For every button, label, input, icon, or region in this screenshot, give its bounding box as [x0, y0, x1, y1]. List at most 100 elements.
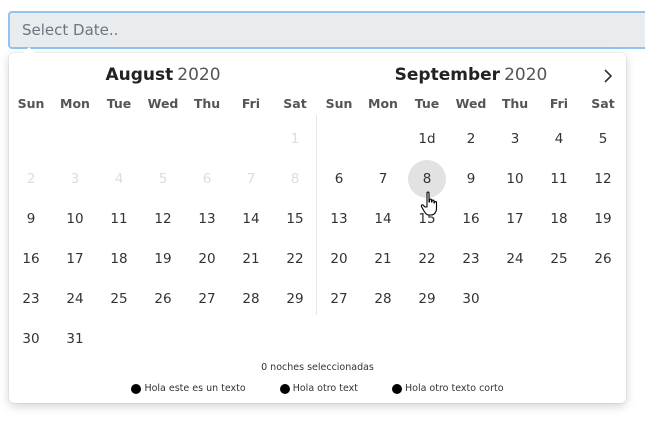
day-cell[interactable]: 16 [449, 199, 493, 239]
day-cell: 1 [273, 119, 317, 159]
weekday-row: Sun Mon Tue Wed Thu Fri Sat [9, 95, 317, 113]
day-cell[interactable]: 13 [185, 199, 229, 239]
day-number: 11 [110, 211, 128, 227]
day-number: 1d [418, 131, 436, 147]
day-cell[interactable]: 20 [317, 239, 361, 279]
day-cell[interactable]: 20 [185, 239, 229, 279]
weekday-label: Tue [106, 96, 132, 111]
day-cell[interactable]: 23 [449, 239, 493, 279]
date-input[interactable] [8, 11, 645, 49]
day-number: 18 [550, 211, 568, 227]
weekday-label: Fri [549, 96, 569, 111]
day-number: 28 [242, 291, 260, 307]
chevron-right-icon[interactable] [601, 69, 615, 83]
day-cell[interactable]: 27 [185, 279, 229, 319]
day-cell[interactable]: 29 [405, 279, 449, 319]
weekday-label: Wed [455, 96, 487, 111]
day-cell[interactable]: 11 [537, 159, 581, 199]
day-number: 24 [66, 291, 84, 307]
day-grid: 1 2 3 4 5 6 7 8 9 10 11 12 13 14 15 16 17 18 19 20 21 22 23 24 2… [9, 119, 317, 359]
day-cell[interactable]: 18 [97, 239, 141, 279]
day-number: 5 [158, 171, 168, 187]
weekday-row: Sun Mon Tue Wed Thu Fri Sat [317, 95, 625, 113]
day-number: 23 [22, 291, 40, 307]
day-cell[interactable]: 26 [581, 239, 625, 279]
weekday-label: Thu [501, 96, 529, 111]
day-cell[interactable]: 29 [273, 279, 317, 319]
selected-nights-text: 0 noches seleccionadas [261, 362, 374, 373]
legend-item: Hola otro texto corto [391, 383, 504, 394]
legend: Hola este es un texto Hola otro text Hol… [9, 383, 626, 394]
day-cell[interactable]: 30 [9, 319, 53, 359]
day-number: 15 [286, 211, 304, 227]
day-cell[interactable]: 10 [493, 159, 537, 199]
legend-dot-icon [279, 383, 290, 394]
day-cell[interactable]: 26 [141, 279, 185, 319]
day-number: 28 [374, 291, 392, 307]
day-cell[interactable]: 9 [9, 199, 53, 239]
day-number: 21 [242, 251, 260, 267]
day-cell[interactable]: 17 [493, 199, 537, 239]
day-cell[interactable]: 18 [537, 199, 581, 239]
day-number: 2 [26, 171, 36, 187]
day-number: 13 [198, 211, 216, 227]
day-cell[interactable]: 25 [537, 239, 581, 279]
day-cell[interactable]: 13 [317, 199, 361, 239]
day-cell[interactable]: 11 [97, 199, 141, 239]
day-cell[interactable]: 24 [493, 239, 537, 279]
day-cell[interactable]: 6 [317, 159, 361, 199]
legend-dot-icon [391, 383, 402, 394]
day-cell[interactable]: 19 [141, 239, 185, 279]
day-cell[interactable]: 17 [53, 239, 97, 279]
day-cell[interactable]: 21 [361, 239, 405, 279]
month-year[interactable]: 2020 [504, 65, 547, 85]
day-cell[interactable]: 15 [273, 199, 317, 239]
day-cell: 4 [97, 159, 141, 199]
weekday-label: Sun [17, 96, 45, 111]
weekday-label: Thu [193, 96, 221, 111]
day-cell[interactable]: 3 [493, 119, 537, 159]
day-cell[interactable]: 25 [97, 279, 141, 319]
day-number: 5 [598, 131, 608, 147]
day-cell[interactable]: 28 [361, 279, 405, 319]
weekday-label: Mon [60, 96, 90, 111]
day-number: 9 [26, 211, 36, 227]
day-number: 4 [114, 171, 124, 187]
day-cell[interactable]: 19 [581, 199, 625, 239]
day-cell[interactable]: 2 [449, 119, 493, 159]
day-cell[interactable]: 27 [317, 279, 361, 319]
day-cell[interactable]: 28 [229, 279, 273, 319]
day-cell[interactable]: 31 [53, 319, 97, 359]
day-cell[interactable]: 12 [581, 159, 625, 199]
day-number: 12 [154, 211, 172, 227]
day-cell: 8 [273, 159, 317, 199]
day-cell[interactable]: 1d [405, 119, 449, 159]
day-number: 16 [22, 251, 40, 267]
day-cell[interactable]: 24 [53, 279, 97, 319]
day-cell[interactable]: 30 [449, 279, 493, 319]
day-number: 13 [330, 211, 348, 227]
day-number: 20 [330, 251, 348, 267]
day-cell[interactable]: 9 [449, 159, 493, 199]
day-cell[interactable]: 22 [273, 239, 317, 279]
day-cell[interactable]: 16 [9, 239, 53, 279]
day-cell[interactable]: 21 [229, 239, 273, 279]
day-number: 16 [462, 211, 480, 227]
day-cell[interactable]: 12 [141, 199, 185, 239]
day-number: 30 [22, 331, 40, 347]
day-number: 3 [510, 131, 520, 147]
month-header: August 2020 [9, 53, 317, 95]
month-year[interactable]: 2020 [177, 65, 220, 85]
day-cell[interactable]: 14 [361, 199, 405, 239]
day-cell[interactable]: 23 [9, 279, 53, 319]
day-cell[interactable]: 22 [405, 239, 449, 279]
day-cell[interactable]: 7 [361, 159, 405, 199]
day-number: 25 [110, 291, 128, 307]
day-cell[interactable]: 14 [229, 199, 273, 239]
month-name: August [105, 65, 174, 85]
day-cell[interactable]: 4 [537, 119, 581, 159]
legend-item: Hola otro text [279, 383, 358, 394]
day-cell[interactable]: 5 [581, 119, 625, 159]
day-number: 6 [334, 171, 344, 187]
day-cell[interactable]: 10 [53, 199, 97, 239]
